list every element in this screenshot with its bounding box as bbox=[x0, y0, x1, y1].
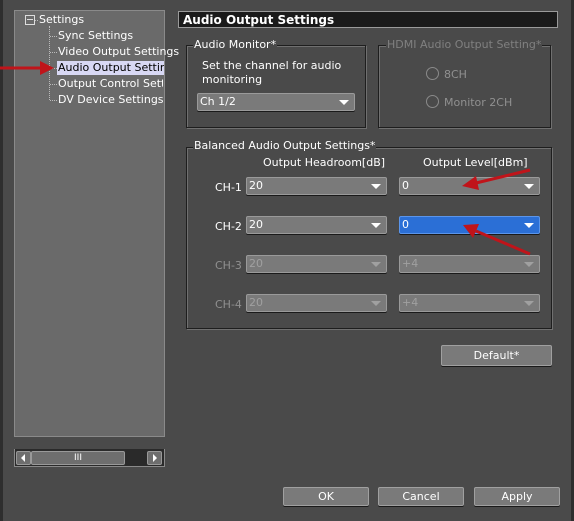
tree-connector bbox=[50, 100, 57, 101]
ch3-level-select[interactable]: +4 bbox=[399, 255, 540, 273]
default-button[interactable]: Default* bbox=[441, 345, 552, 366]
scroll-thumb[interactable]: III bbox=[31, 451, 125, 465]
ch4-label: CH-4 bbox=[215, 298, 242, 311]
ch1-level-value: 0 bbox=[402, 179, 409, 192]
dropdown-arrow-icon bbox=[524, 301, 534, 306]
hdmi-audio-legend: HDMI Audio Output Setting* bbox=[386, 38, 543, 51]
tree-connector bbox=[50, 36, 57, 37]
ch2-level-select[interactable]: 0 bbox=[399, 216, 540, 234]
ch1-headroom-value: 20 bbox=[249, 179, 263, 192]
ch4-level-value: +4 bbox=[402, 296, 419, 309]
audio-monitor-group bbox=[186, 45, 366, 128]
ok-button[interactable]: OK bbox=[283, 487, 369, 506]
tree-item-dv-device-settings[interactable]: DV Device Settings bbox=[58, 93, 164, 107]
tree-connector bbox=[50, 84, 57, 85]
scroll-right-button[interactable] bbox=[147, 451, 162, 465]
ch3-label: CH-3 bbox=[215, 259, 242, 272]
dropdown-arrow-icon bbox=[371, 184, 381, 189]
balanced-audio-legend: Balanced Audio Output Settings* bbox=[193, 139, 377, 152]
hdmi-audio-group bbox=[378, 45, 551, 128]
ch2-headroom-select[interactable]: 20 bbox=[246, 216, 387, 234]
tree-connector bbox=[50, 52, 57, 53]
audio-monitor-channel-value: Ch 1/2 bbox=[200, 95, 236, 108]
dropdown-arrow-icon bbox=[524, 223, 534, 228]
ch4-headroom-value: 20 bbox=[249, 296, 263, 309]
audio-monitor-legend: Audio Monitor* bbox=[193, 38, 278, 51]
arrow-right-icon bbox=[153, 454, 157, 462]
output-level-header: Output Level[dBm] bbox=[423, 156, 528, 169]
ch4-headroom-select[interactable]: 20 bbox=[246, 294, 387, 312]
dropdown-arrow-icon bbox=[524, 262, 534, 267]
tree-connector bbox=[49, 26, 50, 100]
scroll-left-button[interactable] bbox=[16, 451, 31, 465]
tree-connector bbox=[35, 20, 38, 21]
cancel-button[interactable]: Cancel bbox=[378, 487, 464, 506]
audio-monitor-description-2: monitoring bbox=[202, 73, 263, 86]
ch4-level-select[interactable]: +4 bbox=[399, 294, 540, 312]
dropdown-arrow-icon bbox=[371, 262, 381, 267]
ch1-label: CH-1 bbox=[215, 181, 242, 194]
dropdown-arrow-icon bbox=[339, 100, 349, 105]
radio-monitor-2ch[interactable] bbox=[426, 95, 439, 108]
arrow-left-icon bbox=[21, 454, 25, 462]
audio-monitor-description: Set the channel for audio bbox=[202, 59, 342, 72]
ch2-label: CH-2 bbox=[215, 220, 242, 233]
apply-button[interactable]: Apply bbox=[474, 487, 560, 506]
tree-item-sync-settings[interactable]: Sync Settings bbox=[58, 29, 133, 43]
ch2-headroom-value: 20 bbox=[249, 218, 263, 231]
collapse-icon[interactable] bbox=[25, 15, 35, 25]
tree-connector bbox=[50, 68, 57, 69]
tree-item-output-control-settings[interactable]: Output Control Settin bbox=[58, 77, 163, 91]
tree-item-audio-output-settings[interactable]: Audio Output Settings bbox=[57, 61, 164, 75]
ch3-headroom-value: 20 bbox=[249, 257, 263, 270]
radio-8ch-label: 8CH bbox=[444, 68, 467, 81]
audio-monitor-channel-select[interactable]: Ch 1/2 bbox=[197, 93, 355, 111]
dropdown-arrow-icon bbox=[371, 301, 381, 306]
tree-root-settings[interactable]: Settings bbox=[39, 13, 84, 27]
radio-monitor-2ch-label: Monitor 2CH bbox=[444, 96, 513, 109]
tree-item-video-output-settings[interactable]: Video Output Settings bbox=[58, 45, 179, 59]
ch1-level-select[interactable]: 0 bbox=[399, 177, 540, 195]
ch3-headroom-select[interactable]: 20 bbox=[246, 255, 387, 273]
ch3-level-value: +4 bbox=[402, 257, 419, 270]
dropdown-arrow-icon bbox=[371, 223, 381, 228]
output-headroom-header: Output Headroom[dB] bbox=[263, 156, 386, 169]
dropdown-arrow-icon bbox=[524, 184, 534, 189]
window-edge-left bbox=[0, 0, 3, 521]
page-title: Audio Output Settings bbox=[178, 11, 558, 28]
ch2-level-value: 0 bbox=[402, 218, 409, 231]
radio-8ch[interactable] bbox=[426, 67, 439, 80]
ch1-headroom-select[interactable]: 20 bbox=[246, 177, 387, 195]
